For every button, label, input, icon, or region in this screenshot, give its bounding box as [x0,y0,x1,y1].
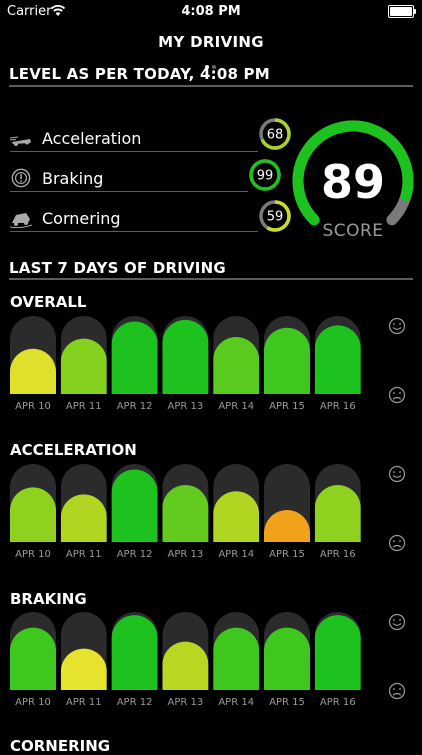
date-label: APR 12 [117,697,153,708]
date-label: APR 15 [269,549,305,560]
date-label: APR 16 [320,549,356,560]
sad-face-icon [388,682,406,700]
date-label: APR 11 [66,401,102,412]
sad-face-icon [388,534,406,552]
braking-chart: APR 10 APR 11 APR 12 APR 13 APR 14 APR 15 APR … [10,612,406,708]
happy-face-icon [388,465,406,483]
chart-title-overall: OVERALL [10,293,87,311]
date-label: APR 10 [15,401,51,412]
page-title: MY DRIVING [158,33,264,51]
happy-face-icon [388,317,406,335]
braking-score-ring: 99 [249,159,281,191]
date-label: APR 13 [168,549,204,560]
divider [9,278,413,280]
bar [111,469,158,542]
metric-row-acceleration[interactable]: Acceleration [10,127,258,153]
battery-icon [388,5,416,18]
date-label: APR 14 [218,549,254,560]
date-label: APR 13 [168,697,204,708]
level-section-header: LEVEL AS PER TODAY, 4:08 PM [9,65,270,83]
bar [162,319,209,394]
metric-label: Acceleration [42,129,142,148]
acceleration-score-ring: 68 [259,118,291,150]
status-bar: Carrier 4:08 PM [0,0,422,22]
date-label: APR 10 [15,697,51,708]
chart-title-braking: BRAKING [10,590,87,608]
date-label: APR 16 [320,697,356,708]
sad-face-icon [388,386,406,404]
score-value: 89 [321,155,385,209]
divider [9,85,413,87]
chart-title-acceleration: ACCELERATION [10,441,137,459]
date-label: APR 12 [117,549,153,560]
date-label: APR 11 [66,549,102,560]
car-acceleration-icon [10,136,31,146]
happy-face-icon [388,613,406,631]
date-label: APR 14 [218,401,254,412]
metric-label: Cornering [42,209,121,228]
metric-row-braking[interactable]: Braking [10,167,248,193]
chart-title-cornering: CORNERING [10,737,111,755]
date-label: APR 14 [218,697,254,708]
date-label: APR 15 [269,697,305,708]
car-cornering-icon [10,213,32,229]
cornering-score-ring: 59 [259,200,291,232]
metric-row-cornering[interactable]: Cornering [10,207,258,233]
overall-chart: APR 10 APR 11 APR 12 APR 13 APR 14 APR 15 APR … [10,316,406,412]
metric-label: Braking [42,169,104,188]
bar [314,325,361,394]
metric-value: 68 [267,128,284,143]
acceleration-chart: APR 10 APR 11 APR 12 APR 13 APR 14 APR 15 APR … [10,464,406,560]
date-label: APR 16 [320,401,356,412]
date-label: APR 11 [66,697,102,708]
metric-value: 99 [257,169,274,184]
date-label: APR 13 [168,401,204,412]
week-section-header: LAST 7 DAYS OF DRIVING [9,259,226,277]
bar [314,615,361,690]
date-label: APR 10 [15,549,51,560]
overall-score-gauge: 89 SCORE [292,120,414,241]
bar [111,321,158,394]
metric-value: 59 [267,210,284,225]
bar [111,615,158,690]
status-time: 4:08 PM [181,4,241,19]
braking-icon [11,168,31,188]
date-label: APR 12 [117,401,153,412]
score-label: SCORE [322,221,383,241]
date-label: APR 15 [269,401,305,412]
